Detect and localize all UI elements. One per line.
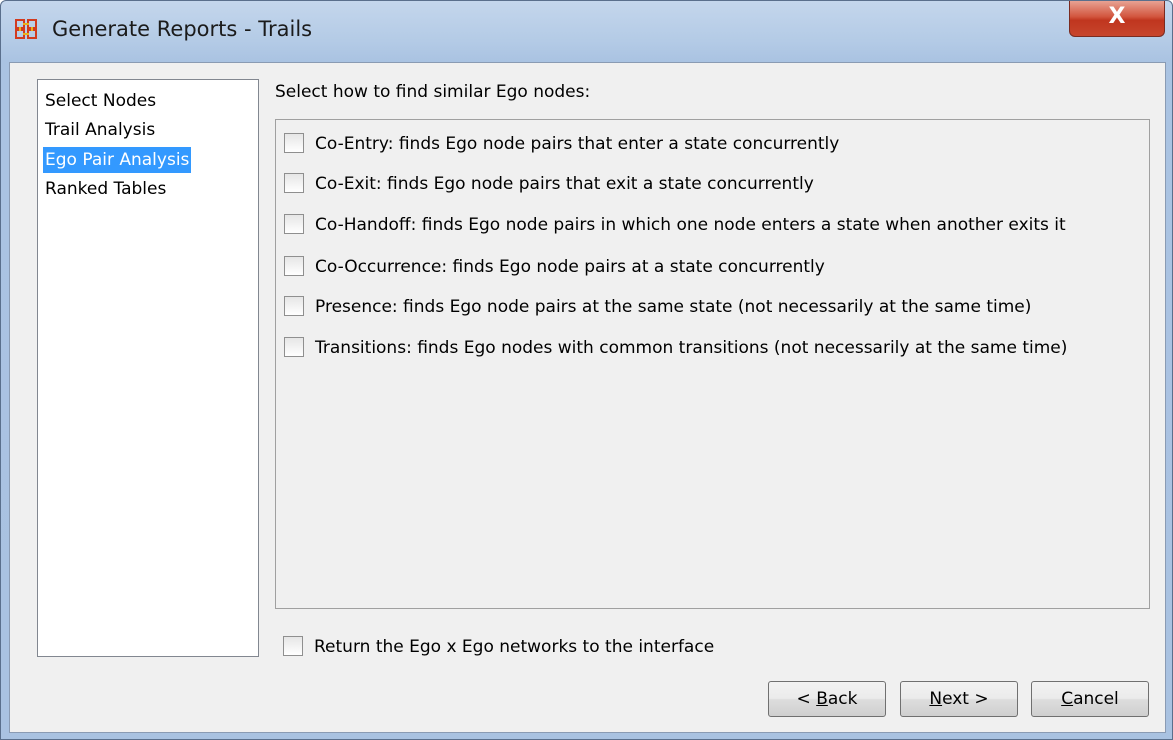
button-text: ack <box>827 689 858 709</box>
window-title: Generate Reports - Trails <box>52 17 313 41</box>
checkbox[interactable] <box>284 296 304 316</box>
option-label: Co-Entry: finds Ego node pairs that ente… <box>315 134 840 154</box>
checkbox[interactable] <box>284 337 304 357</box>
options-panel: Co-Entry: finds Ego node pairs that ente… <box>275 119 1150 609</box>
option-label: Presence: finds Ego node pairs at the sa… <box>315 297 1032 317</box>
option-label: Co-Exit: finds Ego node pairs that exit … <box>315 174 814 194</box>
app-icon <box>15 19 37 39</box>
checkbox[interactable] <box>284 214 304 234</box>
dialog-window: Generate Reports - Trails X Select Nodes… <box>0 0 1173 740</box>
close-icon: X <box>1108 4 1126 29</box>
next-button[interactable]: Next > <box>900 681 1018 717</box>
dialog-body: Select Nodes Trail Analysis Ego Pair Ana… <box>9 62 1166 733</box>
nav-item-select-nodes[interactable]: Select Nodes <box>43 88 158 114</box>
wizard-step-list: Select Nodes Trail Analysis Ego Pair Ana… <box>37 79 259 657</box>
checkbox[interactable] <box>283 636 303 656</box>
button-text: ancel <box>1073 689 1119 709</box>
option-label: Return the Ego x Ego networks to the int… <box>314 637 715 657</box>
button-mnemonic: B <box>816 689 828 709</box>
checkbox[interactable] <box>284 133 304 153</box>
title-bar[interactable]: Generate Reports - Trails X <box>1 1 1172 53</box>
button-text: ext > <box>942 689 989 709</box>
nav-item-ranked-tables[interactable]: Ranked Tables <box>43 176 168 202</box>
option-label: Co-Handoff: finds Ego node pairs in whic… <box>315 215 1066 235</box>
checkbox[interactable] <box>284 173 304 193</box>
close-button[interactable]: X <box>1069 1 1165 37</box>
option-label: Transitions: finds Ego nodes with common… <box>315 338 1068 358</box>
checkbox[interactable] <box>284 256 304 276</box>
option-label: Co-Occurrence: finds Ego node pairs at a… <box>315 257 825 277</box>
section-label: Select how to find similar Ego nodes: <box>275 82 591 102</box>
nav-item-trail-analysis[interactable]: Trail Analysis <box>43 117 157 143</box>
button-mnemonic: N <box>929 689 943 709</box>
button-mnemonic: C <box>1061 689 1074 709</box>
cancel-button[interactable]: Cancel <box>1031 681 1149 717</box>
nav-item-ego-pair-analysis[interactable]: Ego Pair Analysis <box>43 147 192 173</box>
button-text: < <box>796 689 817 709</box>
back-button[interactable]: < Back <box>768 681 886 717</box>
